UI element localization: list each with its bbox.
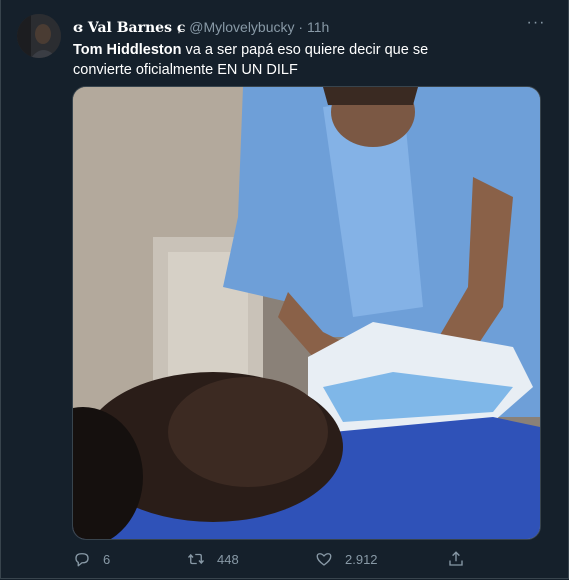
tweet-image[interactable] [72,86,541,540]
display-name[interactable]: ɞ Val Barnes ɕ [73,20,185,36]
tweet-text-bold: Tom Hiddleston [73,42,182,58]
timestamp[interactable]: 11h [307,19,329,35]
like-count: 2.912 [345,551,378,567]
share-button[interactable] [447,548,465,570]
retweet-icon [187,553,205,565]
tweet-header: ɞ Val Barnes ɕ @Mylovelybucky · 11h [73,18,518,37]
share-icon [449,551,463,566]
tweet-image-art [73,87,540,539]
retweet-button[interactable]: 448 [187,548,239,570]
heart-icon [316,553,332,566]
avatar[interactable] [17,14,61,58]
separator-dot: · [298,19,304,35]
retweet-count: 448 [217,551,239,567]
reply-button[interactable]: 6 [73,548,110,570]
tweet-card[interactable]: ɞ Val Barnes ɕ @Mylovelybucky · 11h ··· … [0,0,569,579]
like-button[interactable]: 2.912 [315,548,378,570]
reply-count: 6 [103,551,111,567]
tweet-text: Tom Hiddleston va a ser papá eso quiere … [73,40,453,80]
tweet-actions: 6 448 2.912 [73,548,493,570]
more-dots-icon[interactable]: ··· [526,15,546,36]
reply-icon [75,553,89,567]
user-handle[interactable]: @Mylovelybucky [189,19,294,35]
